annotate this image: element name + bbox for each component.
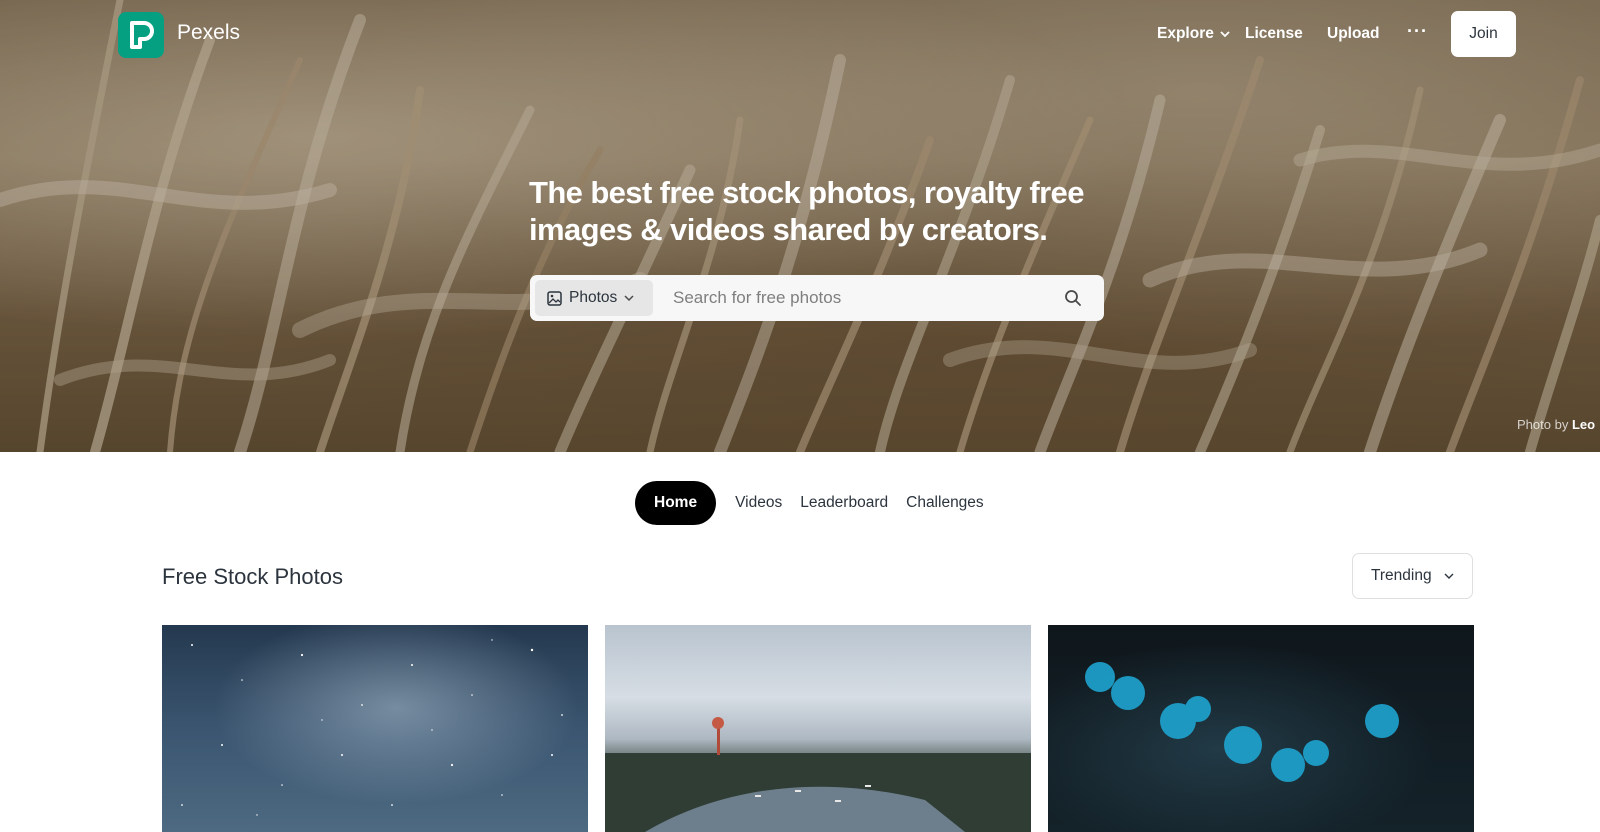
- chevron-down-icon: [1444, 573, 1454, 579]
- nav-explore[interactable]: Explore: [1157, 25, 1230, 43]
- photo-harbor: [605, 717, 1031, 832]
- photo-starry-sky: [181, 639, 563, 816]
- hero-headline: The best free stock photos, royalty free…: [529, 175, 1084, 247]
- main-tabs: Home Videos Leaderboard Challenges: [635, 481, 993, 525]
- image-icon: [547, 290, 562, 306]
- more-menu-button[interactable]: ···: [1407, 21, 1428, 42]
- search-icon[interactable]: [1064, 289, 1082, 307]
- section-title: Free Stock Photos: [162, 564, 343, 589]
- photo-credit-prefix: Photo by: [1517, 417, 1569, 432]
- search-bar: Photos: [530, 275, 1104, 321]
- brand-name[interactable]: Pexels: [177, 21, 240, 45]
- nav-upload[interactable]: Upload: [1327, 25, 1380, 43]
- pexels-logo-icon: [130, 21, 154, 49]
- photo-credit-author[interactable]: Leo: [1572, 417, 1595, 432]
- nav-explore-label: Explore: [1157, 25, 1214, 42]
- tab-leaderboard[interactable]: Leaderboard: [791, 494, 897, 512]
- tab-videos[interactable]: Videos: [726, 494, 791, 512]
- sort-dropdown[interactable]: Trending: [1352, 553, 1473, 599]
- pexels-logo[interactable]: [118, 12, 164, 58]
- photo-card[interactable]: [605, 625, 1031, 832]
- search-type-label: Photos: [569, 289, 618, 306]
- join-button[interactable]: Join: [1451, 11, 1516, 57]
- sort-label: Trending: [1371, 567, 1432, 584]
- tab-challenges[interactable]: Challenges: [897, 494, 993, 512]
- search-input[interactable]: [673, 288, 1064, 308]
- nav-license[interactable]: License: [1245, 25, 1303, 43]
- tab-home[interactable]: Home: [635, 481, 717, 525]
- photo-card[interactable]: [1048, 625, 1474, 832]
- chevron-down-icon: [624, 294, 634, 301]
- photo-credit[interactable]: Photo by Leo: [1517, 417, 1595, 432]
- search-type-dropdown[interactable]: Photos: [535, 280, 653, 316]
- chevron-down-icon: [1220, 30, 1230, 37]
- photo-blue-spheres: [1085, 662, 1399, 782]
- photo-card[interactable]: [162, 625, 588, 832]
